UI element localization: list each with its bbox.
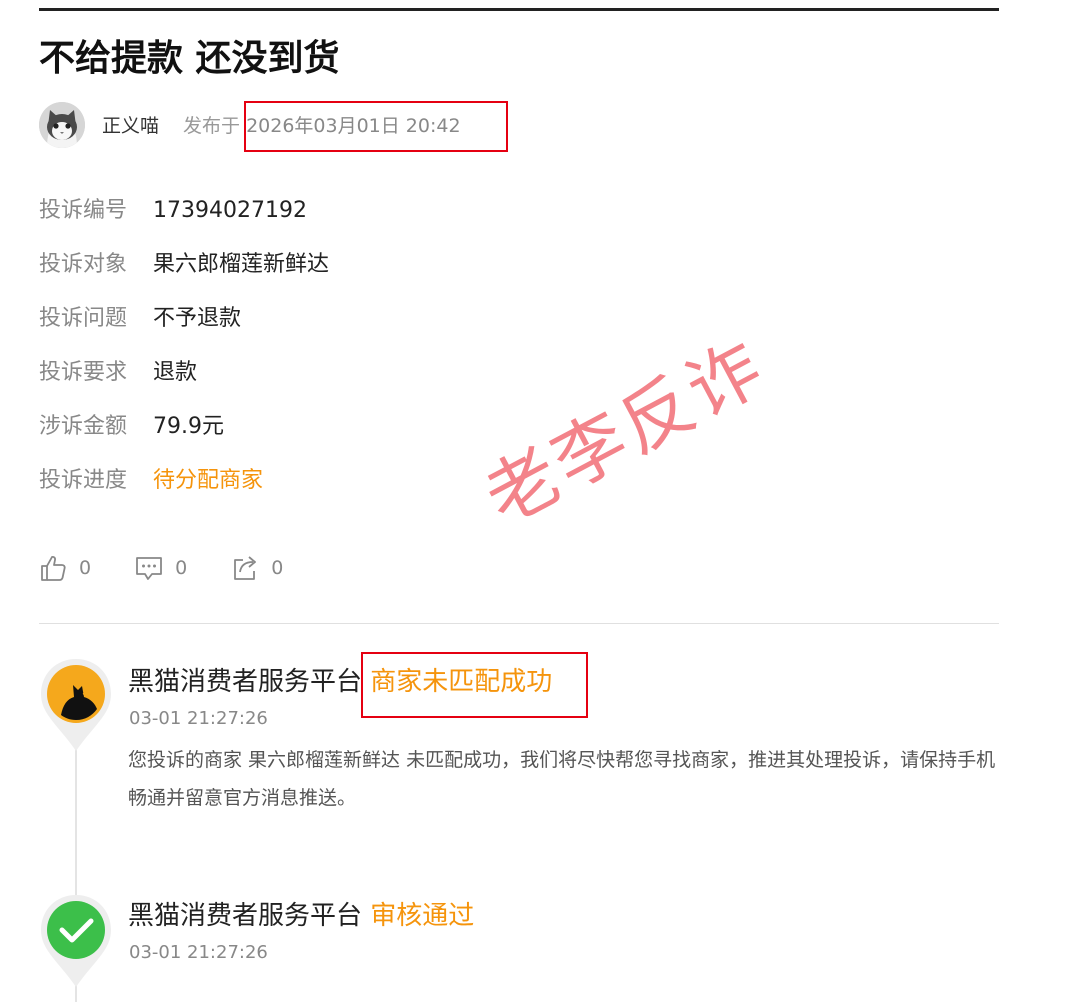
info-label: 投诉问题 bbox=[39, 306, 128, 331]
timeline-marker bbox=[39, 893, 113, 989]
info-label: 投诉对象 bbox=[39, 252, 128, 277]
info-row-amount: 涉诉金额 79.9元 bbox=[39, 410, 224, 444]
author-avatar[interactable] bbox=[39, 102, 85, 148]
info-row-id: 投诉编号 17394027192 bbox=[39, 194, 307, 228]
top-rule bbox=[39, 8, 999, 11]
info-label: 涉诉金额 bbox=[39, 414, 128, 439]
like-count: 0 bbox=[79, 557, 92, 579]
info-value: 不予退款 bbox=[153, 306, 242, 331]
share-button[interactable]: 0 bbox=[231, 554, 283, 582]
status-highlight-box bbox=[361, 652, 588, 718]
info-row-progress: 投诉进度 待分配商家 bbox=[39, 464, 263, 498]
page-title: 不给提款 还没到货 bbox=[39, 38, 340, 79]
info-value: 17394027192 bbox=[153, 198, 307, 223]
share-icon bbox=[234, 556, 257, 580]
comment-icon bbox=[136, 557, 162, 580]
date-highlight-box bbox=[244, 101, 508, 152]
comment-button[interactable]: 0 bbox=[135, 554, 187, 582]
info-value: 果六郎榴莲新鲜达 bbox=[153, 252, 330, 277]
green-check-icon bbox=[41, 895, 111, 987]
black-cat-logo-icon bbox=[41, 659, 111, 751]
info-value: 79.9元 bbox=[153, 414, 224, 439]
action-bar: 0 0 0 bbox=[39, 550, 327, 586]
info-row-demand: 投诉要求 退款 bbox=[39, 356, 197, 390]
info-label: 投诉要求 bbox=[39, 360, 128, 385]
info-label: 投诉进度 bbox=[39, 468, 128, 493]
timeline-time: 03-01 21:27:26 bbox=[129, 708, 268, 729]
like-button[interactable]: 0 bbox=[39, 554, 91, 582]
timeline-description: 您投诉的商家 果六郎榴莲新鲜达 未匹配成功，我们将尽快帮您寻找商家，推进其处理投… bbox=[128, 749, 996, 809]
author-name[interactable]: 正义喵 bbox=[102, 111, 159, 141]
progress-status: 待分配商家 bbox=[153, 468, 264, 493]
cat-avatar-icon bbox=[39, 102, 85, 148]
timeline-source: 黑猫消费者服务平台 bbox=[128, 667, 363, 697]
comment-count: 0 bbox=[175, 557, 188, 579]
info-value: 退款 bbox=[153, 360, 198, 385]
info-row-target: 投诉对象 果六郎榴莲新鲜达 bbox=[39, 248, 329, 282]
info-row-issue: 投诉问题 不予退款 bbox=[39, 302, 241, 336]
info-label: 投诉编号 bbox=[39, 198, 128, 223]
timeline-marker bbox=[39, 657, 113, 753]
section-divider bbox=[39, 623, 999, 624]
watermark-text: 老李反诈 bbox=[471, 323, 780, 541]
timeline-status: 审核通过 bbox=[370, 901, 475, 931]
timeline-title: 黑猫消费者服务平台 审核通过 bbox=[128, 898, 474, 934]
thumbs-up-icon bbox=[41, 556, 66, 581]
posted-prefix: 发布于 bbox=[183, 115, 241, 137]
share-count: 0 bbox=[271, 557, 284, 579]
timeline-time: 03-01 21:27:26 bbox=[129, 942, 268, 963]
timeline-source: 黑猫消费者服务平台 bbox=[128, 901, 363, 931]
